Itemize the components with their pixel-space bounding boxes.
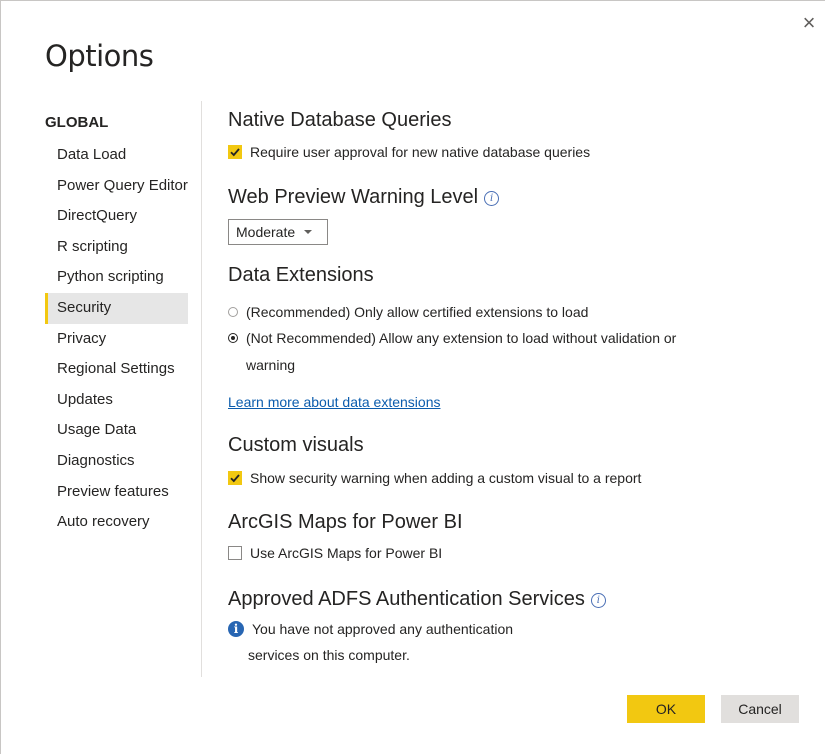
sidebar-divider: [201, 101, 202, 677]
sidebar-item-privacy[interactable]: Privacy: [45, 324, 201, 355]
data-extensions-option-not-recommended[interactable]: (Not Recommended) Allow any extension to…: [228, 330, 676, 346]
sidebar-heading: GLOBAL: [45, 114, 109, 131]
not-recommended-label-cont: warning: [246, 357, 295, 373]
custom-visuals-checkbox[interactable]: [228, 471, 242, 485]
sidebar-item-directquery[interactable]: DirectQuery: [45, 201, 201, 232]
not-recommended-radio[interactable]: [228, 333, 238, 343]
arcgis-label: Use ArcGIS Maps for Power BI: [250, 545, 443, 561]
custom-visuals-title: Custom visuals: [228, 434, 364, 456]
options-dialog: × Options GLOBAL Data Load Power Query E…: [0, 0, 825, 754]
adfs-message: i You have not approved any authenticati…: [228, 621, 513, 637]
info-icon[interactable]: i: [590, 593, 606, 608]
sidebar-item-security[interactable]: Security: [45, 292, 188, 324]
arcgis-title: ArcGIS Maps for Power BI: [228, 511, 463, 533]
web-preview-level-value: Moderate: [236, 224, 296, 240]
sidebar: GLOBAL Data Load Power Query Editor Dire…: [45, 114, 201, 538]
custom-visuals-label: Show security warning when adding a cust…: [250, 470, 642, 486]
data-extensions-title: Data Extensions: [228, 264, 374, 286]
close-icon[interactable]: ×: [799, 12, 819, 34]
info-icon[interactable]: i: [484, 191, 500, 206]
data-extensions-option-recommended[interactable]: (Recommended) Only allow certified exten…: [228, 304, 588, 320]
sidebar-item-usage-data[interactable]: Usage Data: [45, 415, 201, 446]
arcgis-option[interactable]: Use ArcGIS Maps for Power BI: [228, 545, 442, 561]
recommended-radio[interactable]: [228, 307, 238, 317]
ok-button[interactable]: OK: [627, 695, 705, 723]
web-preview-level-dropdown[interactable]: Moderate: [228, 219, 328, 245]
sidebar-item-r-scripting[interactable]: R scripting: [45, 232, 201, 263]
sidebar-item-updates[interactable]: Updates: [45, 385, 201, 416]
learn-more-data-extensions-link[interactable]: Learn more about data extensions: [228, 394, 440, 410]
chevron-down-icon: [304, 230, 313, 234]
not-recommended-label: (Not Recommended) Allow any extension to…: [246, 330, 677, 346]
adfs-title-text: Approved ADFS Authentication Services: [228, 588, 585, 610]
web-preview-title: Web Preview Warning Level i: [228, 186, 500, 209]
custom-visuals-option[interactable]: Show security warning when adding a cust…: [228, 470, 641, 486]
sidebar-item-power-query-editor[interactable]: Power Query Editor: [45, 171, 201, 202]
recommended-label: (Recommended) Only allow certified exten…: [246, 304, 589, 320]
arcgis-checkbox[interactable]: [228, 546, 242, 560]
native-queries-checkbox[interactable]: [228, 145, 242, 159]
cancel-button[interactable]: Cancel: [721, 695, 799, 723]
sidebar-item-diagnostics[interactable]: Diagnostics: [45, 446, 201, 477]
info-filled-icon: i: [228, 621, 244, 637]
adfs-message-line1: You have not approved any authentication: [252, 621, 514, 637]
native-queries-label: Require user approval for new native dat…: [250, 144, 591, 160]
adfs-message-cont: services on this computer.: [248, 647, 410, 663]
adfs-title: Approved ADFS Authentication Services i: [228, 588, 606, 611]
sidebar-item-preview-features[interactable]: Preview features: [45, 477, 201, 508]
native-queries-option[interactable]: Require user approval for new native dat…: [228, 144, 590, 160]
sidebar-item-regional-settings[interactable]: Regional Settings: [45, 354, 201, 385]
sidebar-item-python-scripting[interactable]: Python scripting: [45, 262, 201, 293]
checkmark-icon: [230, 474, 240, 483]
sidebar-item-data-load[interactable]: Data Load: [45, 140, 201, 171]
checkmark-icon: [230, 148, 240, 157]
native-queries-title: Native Database Queries: [228, 109, 452, 131]
web-preview-title-text: Web Preview Warning Level: [228, 186, 479, 208]
not-recommended-label-line2: warning: [246, 357, 296, 373]
sidebar-item-auto-recovery[interactable]: Auto recovery: [45, 507, 201, 538]
adfs-message-line2: services on this computer.: [248, 647, 410, 663]
dialog-title: Options: [45, 39, 154, 73]
